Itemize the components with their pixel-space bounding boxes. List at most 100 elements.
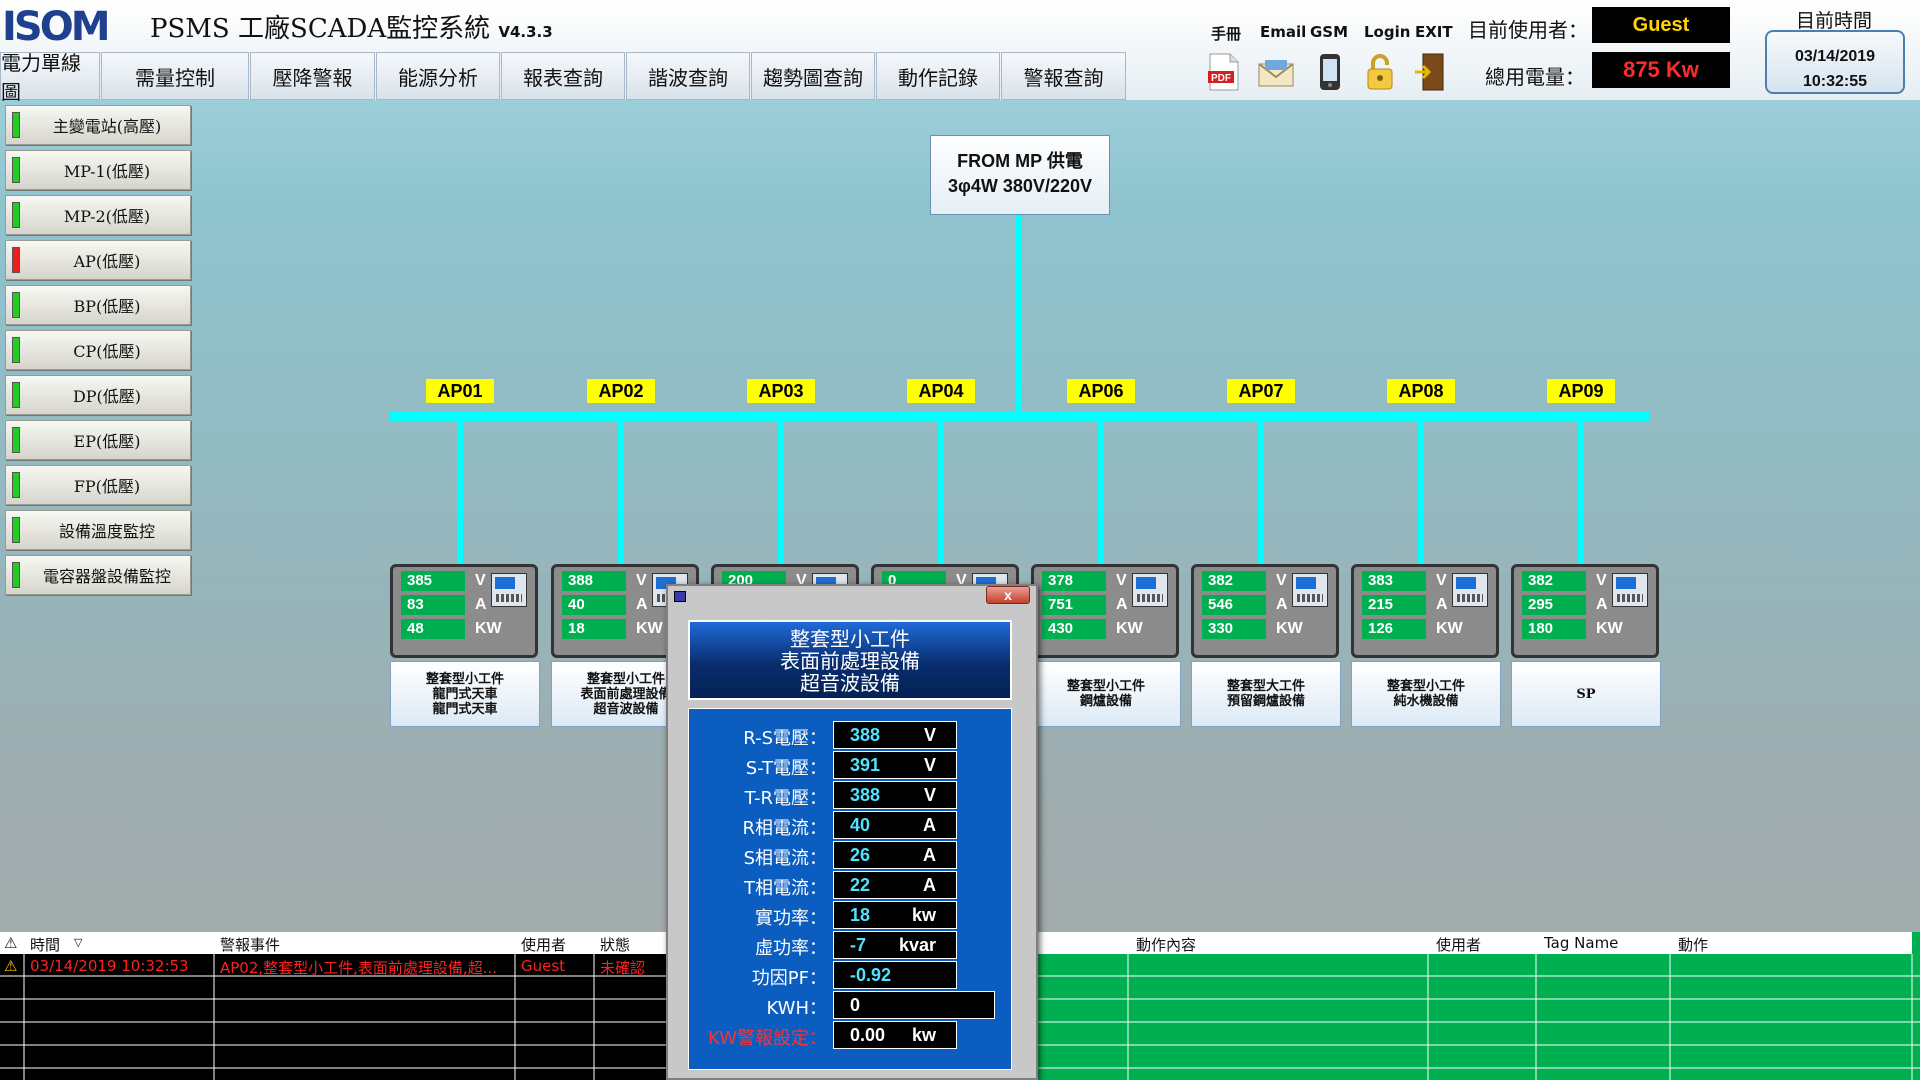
sidebar-item-temperature[interactable]: 設備溫度監控 — [5, 510, 191, 550]
clock-date: 03/14/2019 — [1794, 48, 1876, 65]
sidebar-item-label: CP(低壓) — [73, 342, 141, 361]
reading-value: -0.92 — [850, 965, 892, 985]
reading-value: 22 — [850, 875, 871, 895]
meter-value-kw: 180 — [1522, 619, 1586, 639]
status-led — [12, 472, 20, 498]
panel-label-ap02: AP02 — [587, 379, 655, 403]
action-col-user[interactable]: 使用者 — [1436, 934, 1481, 955]
sidebar-item-label: BP(低壓) — [73, 297, 141, 316]
kw-alarm-setting-input[interactable]: 0.00 kw — [833, 1021, 957, 1049]
action-col-content[interactable]: 動作內容 — [1136, 934, 1196, 955]
meter-row-kw: 180 KW — [1522, 619, 1647, 639]
power-meter-ap06[interactable]: 378 V 751 A 430 KW — [1031, 564, 1179, 658]
alarm-col-status[interactable]: 狀態 — [600, 934, 630, 955]
reading-label: S-T電壓： — [745, 758, 827, 779]
alarm-col-event[interactable]: 警報事件 — [220, 934, 280, 955]
panel-description-ap09[interactable]: SP — [1511, 661, 1661, 727]
sidebar-item-label: 設備溫度監控 — [58, 522, 155, 541]
manual-label: 手冊 — [1211, 25, 1242, 43]
reading-label: KWH： — [766, 998, 828, 1019]
menu-voltage-drop-alarm[interactable]: 壓降警報 — [250, 52, 375, 100]
drop-line — [1098, 421, 1104, 564]
meter-row-kw: 330 KW — [1202, 619, 1327, 639]
sidebar-item-capacitor[interactable]: 電容器盤設備監控 — [5, 555, 191, 595]
reading-value: 388 — [850, 725, 881, 745]
meter-unit-kw: KW — [1436, 620, 1463, 637]
panel-description-ap08[interactable]: 整套型小工件 純水機設備 — [1351, 661, 1501, 727]
supply-source-line2: 3φ4W 380V/220V — [948, 176, 1092, 196]
status-led — [12, 337, 20, 363]
meter-value-v: 378 — [1042, 571, 1106, 591]
drop-line — [778, 421, 784, 564]
status-led — [12, 562, 20, 588]
sort-arrow-icon: ▽ — [74, 936, 83, 949]
panel-description-ap01[interactable]: 整套型小工件 龍門式天車 龍門式天車 — [390, 661, 540, 727]
sidebar-item-bp[interactable]: BP(低壓) — [5, 285, 191, 325]
sidebar-item-fp[interactable]: FP(低壓) — [5, 465, 191, 505]
meter-unit-v: V — [1596, 572, 1607, 589]
reading-unit: V — [923, 755, 936, 775]
panel-description-text: 整套型大工件 預留鋼爐設備 — [1226, 679, 1305, 709]
sidebar-item-main-substation[interactable]: 主變電站(高壓) — [5, 105, 191, 145]
supply-source-line1: FROM MP 供電 — [957, 151, 1083, 171]
meter-value-v: 382 — [1522, 571, 1586, 591]
dialog-title-line1: 整套型小工件 — [790, 627, 910, 651]
phone-icon[interactable] — [1310, 52, 1350, 92]
meter-device-icon — [1132, 573, 1168, 607]
sidebar-item-dp[interactable]: DP(低壓) — [5, 375, 191, 415]
menu-energy-analysis[interactable]: 能源分析 — [376, 52, 500, 100]
drop-line — [1418, 421, 1424, 564]
menu-report-query[interactable]: 報表查詢 — [501, 52, 625, 100]
drop-line — [457, 421, 463, 564]
dialog-readings: R-S電壓： 388 V S-T電壓： 391 V T-R電壓： 388 V R相電流： 40 A S相… — [688, 708, 1012, 1070]
meter-device-icon — [1292, 573, 1328, 607]
power-meter-ap08[interactable]: 383 V 215 A 126 KW — [1351, 564, 1499, 658]
panel-detail-dialog[interactable]: x 整套型小工件 表面前處理設備 超音波設備 R-S電壓： 388 V S-T電壓： 3… — [666, 584, 1038, 1080]
reading-box: -0.92 — [833, 961, 957, 989]
email-icon[interactable] — [1256, 52, 1296, 92]
dialog-title: 整套型小工件 表面前處理設備 超音波設備 — [688, 620, 1012, 700]
gsm-label: GSM — [1310, 23, 1349, 41]
lock-icon[interactable] — [1360, 52, 1400, 92]
alarm-col-time[interactable]: 時間 — [30, 934, 60, 955]
panel-description-ap06[interactable]: 整套型小工件 鋼爐設備 — [1031, 661, 1181, 727]
menu-trend-query[interactable]: 趨勢圖查詢 — [751, 52, 875, 100]
exit-door-icon[interactable] — [1410, 52, 1450, 92]
power-meter-ap07[interactable]: 382 V 546 A 330 KW — [1191, 564, 1339, 658]
sidebar-item-mp1[interactable]: MP-1(低壓) — [5, 150, 191, 190]
status-led — [12, 427, 20, 453]
meter-value-a: 751 — [1042, 595, 1106, 615]
meter-row-kw: 48 KW — [401, 619, 526, 639]
reading-box: 391 V — [833, 751, 957, 779]
menu-alarm-query[interactable]: 警報查詢 — [1001, 52, 1126, 100]
action-col-tag[interactable]: Tag Name — [1544, 934, 1618, 952]
total-power-value: 875 Kw — [1592, 52, 1730, 88]
dialog-titlebar[interactable] — [668, 586, 1036, 608]
panel-label-ap06: AP06 — [1067, 379, 1135, 403]
panel-description-ap07[interactable]: 整套型大工件 預留鋼爐設備 — [1191, 661, 1341, 727]
menu-demand-control[interactable]: 需量控制 — [101, 52, 249, 100]
sidebar-item-ep[interactable]: EP(低壓) — [5, 420, 191, 460]
power-meter-ap01[interactable]: 385 V 83 A 48 KW — [390, 564, 538, 658]
alarm-col-user[interactable]: 使用者 — [521, 934, 566, 955]
power-meter-ap09[interactable]: 382 V 295 A 180 KW — [1511, 564, 1659, 658]
menu-action-log[interactable]: 動作記錄 — [876, 52, 1000, 100]
meter-value-kw: 48 — [401, 619, 465, 639]
pdf-icon[interactable]: PDF — [1204, 52, 1244, 92]
reading-box: 40 A — [833, 811, 957, 839]
reading-label: T-R電壓： — [744, 788, 827, 809]
menu-harmonic-query[interactable]: 諧波查詢 — [626, 52, 750, 100]
email-label: Email — [1260, 23, 1307, 41]
panel-description-text: 整套型小工件 龍門式天車 龍門式天車 — [425, 671, 504, 717]
meter-row-kw: 430 KW — [1042, 619, 1167, 639]
status-led — [12, 247, 20, 273]
sidebar-item-mp2[interactable]: MP-2(低壓) — [5, 195, 191, 235]
meter-device-icon — [491, 573, 527, 607]
sidebar-item-ap[interactable]: AP(低壓) — [5, 240, 191, 280]
meter-unit-v: V — [1436, 572, 1447, 589]
sidebar-item-cp[interactable]: CP(低壓) — [5, 330, 191, 370]
menu-single-line-diagram[interactable]: 電力單線圖 — [0, 51, 100, 104]
dialog-close-button[interactable]: x — [986, 586, 1030, 604]
reading-unit: kvar — [898, 935, 936, 955]
action-col-action[interactable]: 動作 — [1678, 934, 1708, 955]
